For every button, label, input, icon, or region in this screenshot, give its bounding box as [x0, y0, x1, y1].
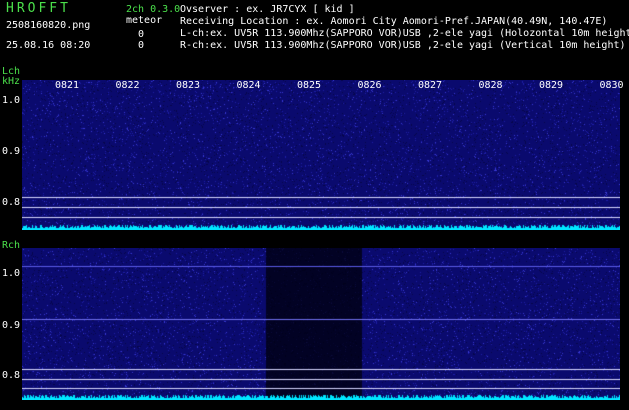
- lch-spectrogram-canvas: [22, 80, 620, 230]
- rch-ylabel-1-0: 1.0: [1, 268, 20, 279]
- lch-ylabel-0-9: 0.9: [1, 146, 20, 157]
- time-tick-0824: 0824: [236, 80, 261, 91]
- date-time: 25.08.16 08:20: [6, 40, 91, 51]
- time-tick-0830: 0830: [599, 80, 624, 91]
- rch-info-line: R-ch:ex. UV5R 113.900Mhz(SAPPORO VOR)USB…: [180, 40, 626, 51]
- meteor-count-rch: 0: [138, 40, 145, 51]
- meteor-count-lch: 0: [138, 29, 145, 40]
- observer-line: Ovserver : ex. JR7CYX [ kid ]: [180, 4, 355, 15]
- time-tick-0821: 0821: [55, 80, 80, 91]
- lch-info-line: L-ch:ex. UV5R 113.900Mhz(SAPPORO VOR)USB…: [180, 28, 629, 39]
- lch-ylabel-1-0: 1.0: [1, 95, 20, 106]
- file-name: 2508160820.png: [6, 20, 91, 31]
- meteor-label: meteor: [126, 15, 163, 26]
- lch-unit: kHz: [2, 76, 21, 87]
- location-line: Receiving Location : ex. Aomori City Aom…: [180, 16, 608, 27]
- time-tick-0823: 0823: [176, 80, 201, 91]
- channel-info: 2ch 0.3.0: [126, 4, 181, 15]
- app-logo: HROFFT: [6, 1, 71, 16]
- rch-spectrogram-canvas: [22, 248, 620, 400]
- rch-label: Rch: [2, 240, 21, 251]
- time-tick-0827: 0827: [418, 80, 443, 91]
- time-tick-0829: 0829: [539, 80, 564, 91]
- time-tick-0822: 0822: [115, 80, 140, 91]
- rch-ylabel-0-8: 0.8: [1, 370, 20, 381]
- lch-spectrogram: [22, 80, 620, 230]
- lch-ylabel-0-8: 0.8: [1, 197, 20, 208]
- time-tick-0828: 0828: [478, 80, 503, 91]
- rch-spectrogram: [22, 248, 620, 400]
- time-tick-0826: 0826: [357, 80, 382, 91]
- time-tick-0825: 0825: [297, 80, 322, 91]
- rch-ylabel-0-9: 0.9: [1, 320, 20, 331]
- hrofft-window: HROFFT 2ch 0.3.0 2508160820.png meteor 0…: [0, 0, 629, 410]
